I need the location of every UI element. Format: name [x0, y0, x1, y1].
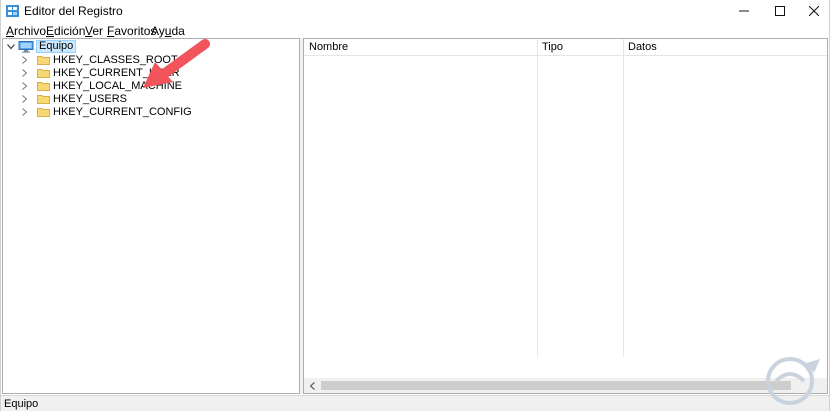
chevron-right-icon[interactable]: [20, 53, 30, 66]
folder-icon: [37, 107, 50, 117]
chevron-right-icon[interactable]: [20, 79, 30, 92]
registry-editor-window: Editor del Registro Archivo Edición Ver …: [0, 0, 830, 411]
folder-icon: [37, 68, 50, 78]
menu-archivo[interactable]: Archivo: [6, 24, 46, 38]
column-header-datos[interactable]: Datos: [623, 39, 823, 56]
annotation-arrow-icon: [143, 39, 210, 88]
minimize-icon: [739, 10, 749, 12]
column-header-nombre[interactable]: Nombre: [304, 39, 537, 56]
solvetic-watermark-icon: [766, 357, 820, 405]
chevron-right-icon[interactable]: [20, 92, 30, 105]
close-button[interactable]: [791, 0, 830, 22]
folder-icon: [37, 94, 50, 104]
scroll-left-icon[interactable]: [306, 379, 319, 392]
chevron-right-icon[interactable]: [20, 66, 30, 79]
tree-root-equipo[interactable]: Equipo: [6, 40, 77, 53]
status-path: Equipo: [4, 398, 39, 410]
tree-root-label: Equipo: [36, 40, 77, 53]
values-list-pane[interactable]: Nombre Tipo Datos: [303, 38, 828, 394]
column-header-tipo[interactable]: Tipo: [537, 39, 623, 56]
menu-bar: Archivo Edición Ver Favoritos Ayuda: [1, 22, 829, 38]
tree-item-hkey-users[interactable]: HKEY_USERS: [20, 92, 127, 105]
regedit-icon: [6, 5, 19, 17]
chevron-right-icon[interactable]: [20, 105, 30, 118]
menu-archivo-mnemonic: A: [6, 24, 15, 38]
title-bar[interactable]: Editor del Registro: [1, 0, 829, 22]
menu-edicion[interactable]: Edición: [46, 24, 85, 38]
scrollbar-thumb[interactable]: [321, 381, 791, 390]
close-icon: [809, 6, 819, 16]
window-title: Editor del Registro: [24, 4, 123, 18]
status-bar: Equipo: [1, 395, 829, 411]
column-divider[interactable]: [537, 39, 538, 357]
tree-item-hkey-current-config[interactable]: HKEY_CURRENT_CONFIG: [20, 105, 192, 118]
folder-icon: [37, 81, 50, 91]
menu-archivo-label: rchivo: [14, 24, 47, 38]
computer-icon: [18, 40, 34, 53]
menu-ver-label: er: [92, 24, 104, 38]
folder-icon: [37, 55, 50, 65]
menu-edicion-label: dición: [54, 24, 86, 38]
menu-ver[interactable]: Ver: [85, 24, 103, 38]
tree-item-label: HKEY_USERS: [53, 92, 127, 105]
maximize-icon: [775, 6, 785, 16]
list-header: Nombre Tipo Datos: [304, 39, 827, 56]
menu-edicion-mnemonic: E: [46, 24, 55, 38]
column-divider[interactable]: [623, 39, 624, 357]
chevron-down-icon[interactable]: [6, 40, 16, 53]
horizontal-scrollbar[interactable]: [304, 378, 827, 393]
tree-item-label: HKEY_CURRENT_CONFIG: [53, 105, 192, 118]
